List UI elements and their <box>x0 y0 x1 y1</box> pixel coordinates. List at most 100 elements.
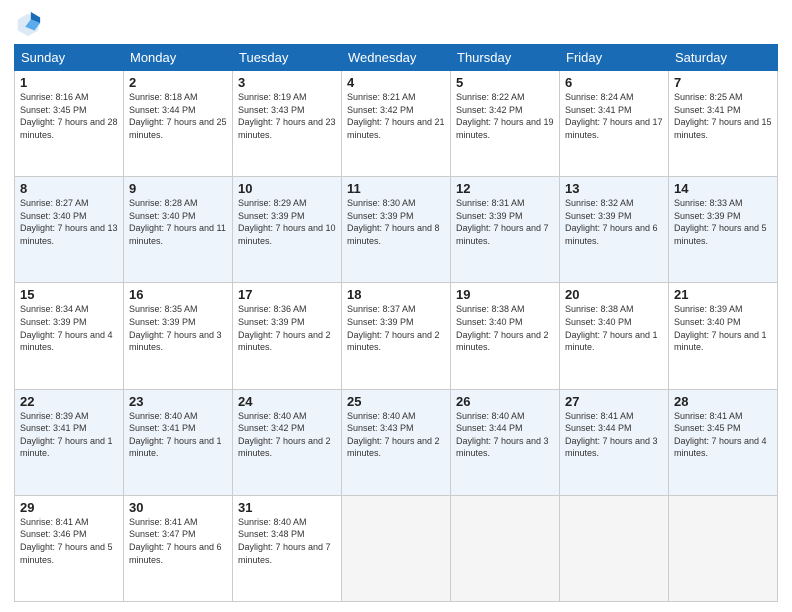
calendar-cell: 22 Sunrise: 8:39 AMSunset: 3:41 PMDayligh… <box>15 389 124 495</box>
calendar-cell: 25 Sunrise: 8:40 AMSunset: 3:43 PMDayligh… <box>342 389 451 495</box>
day-number: 12 <box>456 181 554 196</box>
calendar-cell: 7 Sunrise: 8:25 AMSunset: 3:41 PMDaylight… <box>669 71 778 177</box>
cell-info: Sunrise: 8:40 AMSunset: 3:44 PMDaylight:… <box>456 411 549 459</box>
calendar-cell: 6Sunrise: 8:24 AMSunset: 3:41 PMDaylight… <box>560 71 669 177</box>
logo-icon <box>14 10 42 38</box>
calendar-cell <box>451 495 560 601</box>
calendar-cell: 30Sunrise: 8:41 AMSunset: 3:47 PMDayligh… <box>124 495 233 601</box>
day-number: 13 <box>565 181 663 196</box>
calendar-cell <box>342 495 451 601</box>
calendar-week-row: 29 Sunrise: 8:41 AMSunset: 3:46 PMDayligh… <box>15 495 778 601</box>
day-header-tuesday: Tuesday <box>233 45 342 71</box>
calendar-week-row: 15 Sunrise: 8:34 AMSunset: 3:39 PMDayligh… <box>15 283 778 389</box>
day-number: 31 <box>238 500 336 515</box>
cell-info: Sunrise: 8:19 AMSunset: 3:43 PMDaylight:… <box>238 92 336 140</box>
day-number: 22 <box>20 394 118 409</box>
cell-info: Sunrise: 8:16 AMSunset: 3:45 PMDaylight:… <box>20 92 118 140</box>
day-number: 17 <box>238 287 336 302</box>
day-number: 1 <box>20 75 118 90</box>
cell-info: Sunrise: 8:36 AMSunset: 3:39 PMDaylight:… <box>238 304 331 352</box>
day-number: 11 <box>347 181 445 196</box>
day-number: 5 <box>456 75 554 90</box>
day-number: 2 <box>129 75 227 90</box>
calendar-cell: 27Sunrise: 8:41 AMSunset: 3:44 PMDayligh… <box>560 389 669 495</box>
day-number: 24 <box>238 394 336 409</box>
calendar-table: SundayMondayTuesdayWednesdayThursdayFrid… <box>14 44 778 602</box>
day-number: 8 <box>20 181 118 196</box>
calendar-cell: 26 Sunrise: 8:40 AMSunset: 3:44 PMDayligh… <box>451 389 560 495</box>
cell-info: Sunrise: 8:37 AMSunset: 3:39 PMDaylight:… <box>347 304 440 352</box>
calendar-cell: 18 Sunrise: 8:37 AMSunset: 3:39 PMDayligh… <box>342 283 451 389</box>
cell-info: Sunrise: 8:24 AMSunset: 3:41 PMDaylight:… <box>565 92 663 140</box>
day-header-saturday: Saturday <box>669 45 778 71</box>
cell-info: Sunrise: 8:41 AMSunset: 3:45 PMDaylight:… <box>674 411 767 459</box>
calendar-cell <box>669 495 778 601</box>
day-number: 19 <box>456 287 554 302</box>
calendar-cell: 8 Sunrise: 8:27 AMSunset: 3:40 PMDaylight… <box>15 177 124 283</box>
day-number: 28 <box>674 394 772 409</box>
cell-info: Sunrise: 8:33 AMSunset: 3:39 PMDaylight:… <box>674 198 767 246</box>
day-header-sunday: Sunday <box>15 45 124 71</box>
calendar-cell: 1 Sunrise: 8:16 AMSunset: 3:45 PMDaylight… <box>15 71 124 177</box>
calendar-cell: 28 Sunrise: 8:41 AMSunset: 3:45 PMDayligh… <box>669 389 778 495</box>
header <box>14 10 778 38</box>
cell-info: Sunrise: 8:22 AMSunset: 3:42 PMDaylight:… <box>456 92 554 140</box>
calendar-week-row: 22 Sunrise: 8:39 AMSunset: 3:41 PMDayligh… <box>15 389 778 495</box>
cell-info: Sunrise: 8:30 AMSunset: 3:39 PMDaylight:… <box>347 198 440 246</box>
cell-info: Sunrise: 8:39 AMSunset: 3:41 PMDaylight:… <box>20 411 113 459</box>
day-header-friday: Friday <box>560 45 669 71</box>
calendar-cell: 23Sunrise: 8:40 AMSunset: 3:41 PMDayligh… <box>124 389 233 495</box>
day-number: 14 <box>674 181 772 196</box>
day-number: 26 <box>456 394 554 409</box>
day-number: 4 <box>347 75 445 90</box>
logo <box>14 10 46 38</box>
calendar-cell: 19 Sunrise: 8:38 AMSunset: 3:40 PMDayligh… <box>451 283 560 389</box>
cell-info: Sunrise: 8:18 AMSunset: 3:44 PMDaylight:… <box>129 92 227 140</box>
cell-info: Sunrise: 8:21 AMSunset: 3:42 PMDaylight:… <box>347 92 445 140</box>
calendar-cell: 16Sunrise: 8:35 AMSunset: 3:39 PMDayligh… <box>124 283 233 389</box>
calendar-cell: 13 Sunrise: 8:32 AMSunset: 3:39 PMDayligh… <box>560 177 669 283</box>
cell-info: Sunrise: 8:38 AMSunset: 3:40 PMDaylight:… <box>456 304 549 352</box>
calendar-cell: 2 Sunrise: 8:18 AMSunset: 3:44 PMDaylight… <box>124 71 233 177</box>
day-number: 29 <box>20 500 118 515</box>
day-header-monday: Monday <box>124 45 233 71</box>
cell-info: Sunrise: 8:32 AMSunset: 3:39 PMDaylight:… <box>565 198 658 246</box>
cell-info: Sunrise: 8:39 AMSunset: 3:40 PMDaylight:… <box>674 304 767 352</box>
cell-info: Sunrise: 8:27 AMSunset: 3:40 PMDaylight:… <box>20 198 118 246</box>
calendar-cell: 24Sunrise: 8:40 AMSunset: 3:42 PMDayligh… <box>233 389 342 495</box>
cell-info: Sunrise: 8:41 AMSunset: 3:47 PMDaylight:… <box>129 517 222 565</box>
calendar-cell: 31 Sunrise: 8:40 AMSunset: 3:48 PMDayligh… <box>233 495 342 601</box>
cell-info: Sunrise: 8:25 AMSunset: 3:41 PMDaylight:… <box>674 92 772 140</box>
calendar-cell: 4 Sunrise: 8:21 AMSunset: 3:42 PMDaylight… <box>342 71 451 177</box>
day-number: 25 <box>347 394 445 409</box>
calendar-cell: 12 Sunrise: 8:31 AMSunset: 3:39 PMDayligh… <box>451 177 560 283</box>
calendar-header-row: SundayMondayTuesdayWednesdayThursdayFrid… <box>15 45 778 71</box>
cell-info: Sunrise: 8:41 AMSunset: 3:46 PMDaylight:… <box>20 517 113 565</box>
calendar-cell: 15 Sunrise: 8:34 AMSunset: 3:39 PMDayligh… <box>15 283 124 389</box>
cell-info: Sunrise: 8:40 AMSunset: 3:43 PMDaylight:… <box>347 411 440 459</box>
calendar-week-row: 1 Sunrise: 8:16 AMSunset: 3:45 PMDaylight… <box>15 71 778 177</box>
day-number: 15 <box>20 287 118 302</box>
cell-info: Sunrise: 8:41 AMSunset: 3:44 PMDaylight:… <box>565 411 658 459</box>
calendar-week-row: 8 Sunrise: 8:27 AMSunset: 3:40 PMDaylight… <box>15 177 778 283</box>
calendar-cell: 20 Sunrise: 8:38 AMSunset: 3:40 PMDayligh… <box>560 283 669 389</box>
day-number: 10 <box>238 181 336 196</box>
day-header-thursday: Thursday <box>451 45 560 71</box>
calendar-cell: 9Sunrise: 8:28 AMSunset: 3:40 PMDaylight… <box>124 177 233 283</box>
day-number: 3 <box>238 75 336 90</box>
cell-info: Sunrise: 8:40 AMSunset: 3:48 PMDaylight:… <box>238 517 331 565</box>
calendar-cell: 17 Sunrise: 8:36 AMSunset: 3:39 PMDayligh… <box>233 283 342 389</box>
calendar-cell <box>560 495 669 601</box>
cell-info: Sunrise: 8:34 AMSunset: 3:39 PMDaylight:… <box>20 304 113 352</box>
main-container: SundayMondayTuesdayWednesdayThursdayFrid… <box>0 0 792 612</box>
cell-info: Sunrise: 8:35 AMSunset: 3:39 PMDaylight:… <box>129 304 222 352</box>
cell-info: Sunrise: 8:31 AMSunset: 3:39 PMDaylight:… <box>456 198 549 246</box>
day-number: 7 <box>674 75 772 90</box>
day-number: 9 <box>129 181 227 196</box>
day-number: 20 <box>565 287 663 302</box>
day-number: 18 <box>347 287 445 302</box>
calendar-cell: 21Sunrise: 8:39 AMSunset: 3:40 PMDayligh… <box>669 283 778 389</box>
calendar-cell: 10Sunrise: 8:29 AMSunset: 3:39 PMDayligh… <box>233 177 342 283</box>
cell-info: Sunrise: 8:38 AMSunset: 3:40 PMDaylight:… <box>565 304 658 352</box>
day-number: 23 <box>129 394 227 409</box>
